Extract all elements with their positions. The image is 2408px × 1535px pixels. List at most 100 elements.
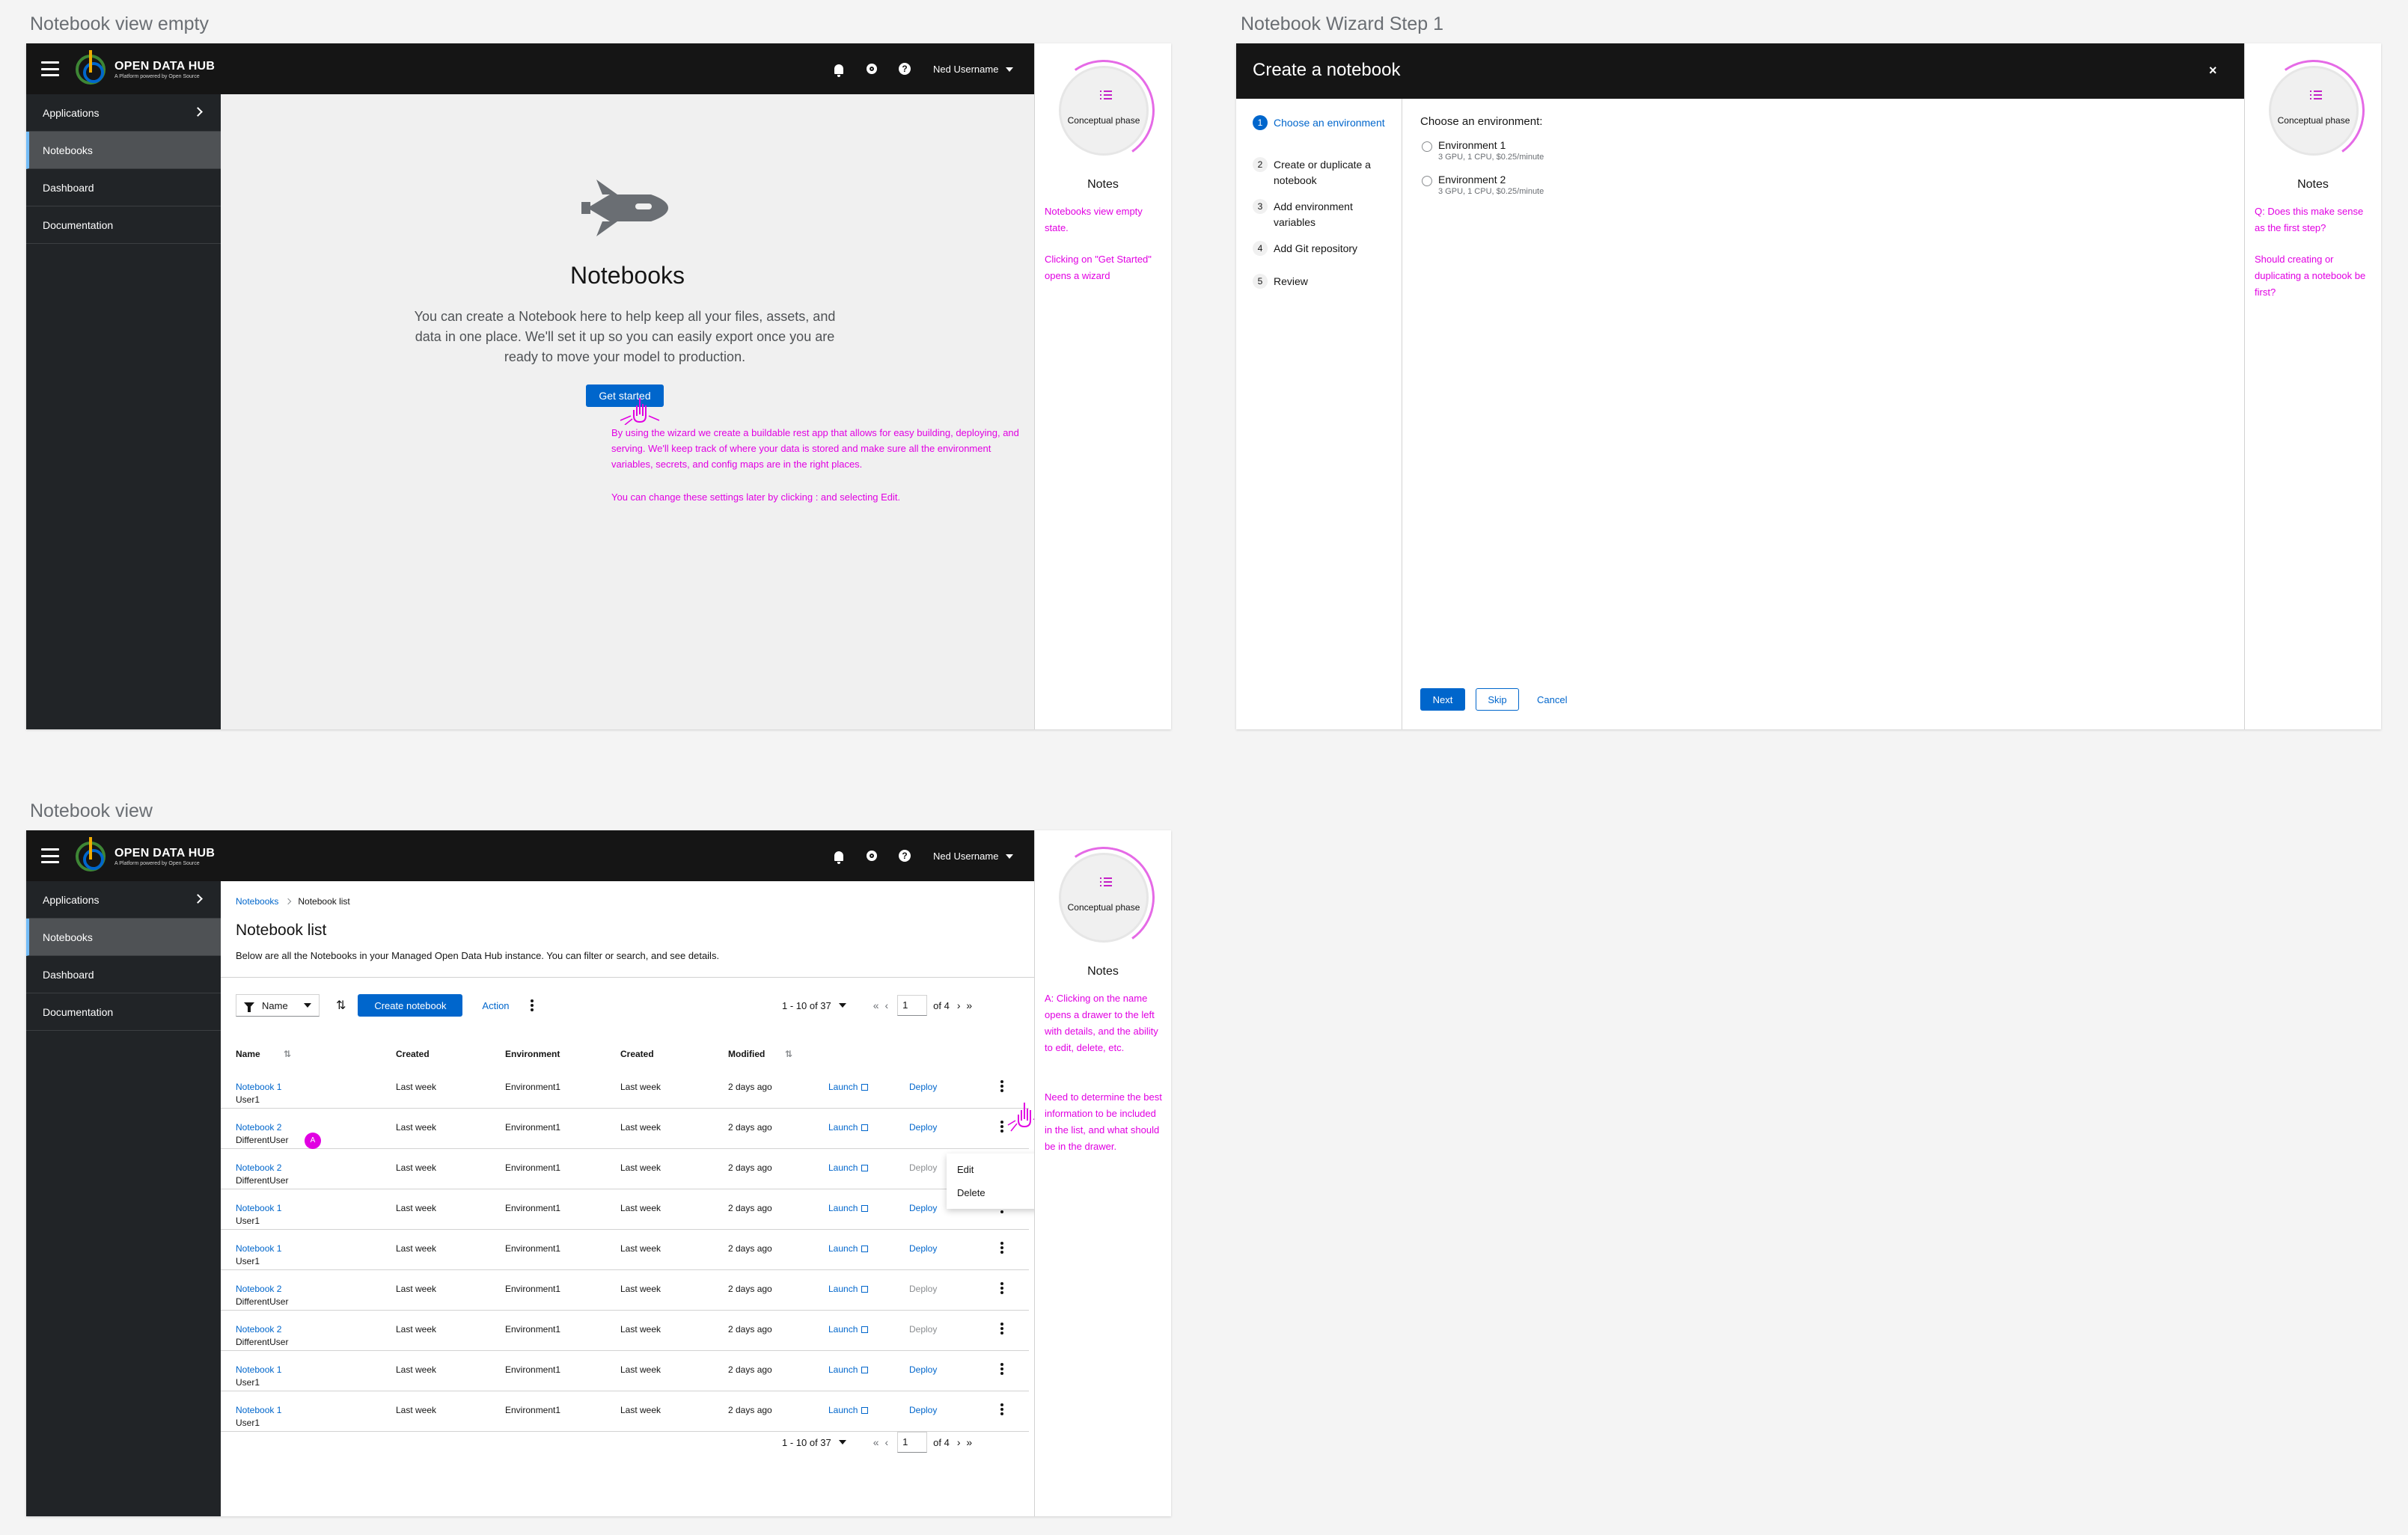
notebook-name-link[interactable]: Notebook 2: [236, 1324, 281, 1335]
notifications-bell-icon[interactable]: [827, 844, 851, 868]
notebook-name-link[interactable]: Notebook 1: [236, 1082, 281, 1092]
close-icon[interactable]: ×: [2209, 63, 2217, 79]
launch-link[interactable]: Launch: [828, 1364, 869, 1375]
sidebar-item-applications[interactable]: Applications: [26, 94, 221, 132]
deploy-link[interactable]: Deploy: [909, 1364, 937, 1375]
pagination-range[interactable]: 1 - 10 of 37: [782, 1000, 831, 1011]
cell-modified: 2 days ago: [728, 1082, 772, 1092]
row-kebab-icon[interactable]: [1000, 1282, 1003, 1294]
pagination-bottom: 1 - 10 of 37 « ‹ 1 of 4 › »: [782, 1432, 981, 1453]
hamburger-menu-icon[interactable]: [41, 848, 59, 863]
deploy-link[interactable]: Deploy: [909, 1243, 937, 1254]
launch-link[interactable]: Launch: [828, 1082, 869, 1092]
help-icon[interactable]: ?: [893, 57, 917, 81]
launch-link[interactable]: Launch: [828, 1324, 869, 1335]
notebook-name-link[interactable]: Notebook 1: [236, 1243, 281, 1254]
user-menu[interactable]: Ned Username: [933, 851, 1014, 862]
toolbar-kebab-icon[interactable]: [530, 999, 534, 1011]
launch-link[interactable]: Launch: [828, 1405, 869, 1415]
help-icon[interactable]: ?: [893, 844, 917, 868]
deploy-link[interactable]: Deploy: [909, 1284, 937, 1294]
cancel-button[interactable]: Cancel: [1537, 694, 1567, 705]
environment-option-1[interactable]: Environment 13 GPU, 1 CPU, $0.25/minute: [1422, 139, 1544, 162]
sidebar-item-documentation[interactable]: Documentation: [26, 206, 221, 244]
row-kebab-icon[interactable]: [1000, 1080, 1003, 1092]
notebook-name-link[interactable]: Notebook 2: [236, 1162, 281, 1173]
external-link-icon: [861, 1084, 869, 1091]
menu-item-delete[interactable]: Delete: [947, 1181, 1039, 1204]
next-button[interactable]: Next: [1420, 688, 1465, 711]
radio-button[interactable]: [1422, 176, 1432, 186]
wizard-step-3[interactable]: 3 Add environment variables: [1253, 199, 1387, 230]
external-link-icon: [861, 1326, 869, 1333]
row-kebab-icon[interactable]: [1000, 1323, 1003, 1335]
notebook-owner: DifferentUser: [236, 1296, 289, 1307]
wizard-step-2[interactable]: 2 Create or duplicate a notebook: [1253, 157, 1387, 189]
user-menu[interactable]: Ned Username: [933, 64, 1014, 75]
notebook-owner: DifferentUser: [236, 1175, 289, 1186]
table-header: Name ⇅ Created Environment Created Modif…: [236, 1044, 1044, 1067]
notebook-name-link[interactable]: Notebook 2: [236, 1284, 281, 1294]
settings-gear-icon[interactable]: [860, 844, 884, 868]
notifications-bell-icon[interactable]: [827, 57, 851, 81]
launch-link[interactable]: Launch: [828, 1162, 869, 1173]
sidebar-item-dashboard[interactable]: Dashboard: [26, 169, 221, 206]
cell-modified: 2 days ago: [728, 1364, 772, 1375]
settings-gear-icon[interactable]: [860, 57, 884, 81]
skip-button[interactable]: Skip: [1476, 688, 1519, 711]
pagination-range[interactable]: 1 - 10 of 37: [782, 1437, 831, 1448]
row-kebab-icon[interactable]: [1000, 1363, 1003, 1375]
pointer-hand-icon: [620, 398, 660, 425]
next-last-page-icon[interactable]: › »: [957, 999, 974, 1011]
notebook-name-link[interactable]: Notebook 1: [236, 1405, 281, 1415]
column-created-2: Created: [620, 1049, 654, 1059]
launch-link[interactable]: Launch: [828, 1284, 869, 1294]
sort-icon[interactable]: ⇅: [336, 998, 346, 1013]
action-button[interactable]: Action: [482, 1000, 509, 1011]
column-environment: Environment: [505, 1049, 560, 1059]
deploy-link[interactable]: Deploy: [909, 1405, 937, 1415]
wizard-step-4[interactable]: 4 Add Git repository: [1253, 241, 1387, 257]
row-actions-menu: Edit Delete: [947, 1153, 1039, 1209]
sort-icon[interactable]: ⇅: [785, 1049, 792, 1059]
deploy-link[interactable]: Deploy: [909, 1203, 937, 1213]
row-kebab-icon[interactable]: [1000, 1403, 1003, 1415]
deploy-link[interactable]: Deploy: [909, 1122, 937, 1133]
sidebar-item-notebooks[interactable]: Notebooks: [26, 132, 221, 169]
launch-link[interactable]: Launch: [828, 1203, 869, 1213]
empty-state-body: You can create a Notebook here to help k…: [414, 309, 836, 364]
hamburger-menu-icon[interactable]: [41, 61, 59, 76]
deploy-link[interactable]: Deploy: [909, 1162, 937, 1173]
launch-link[interactable]: Launch: [828, 1122, 869, 1133]
sidebar-item-applications[interactable]: Applications: [26, 881, 221, 919]
page-input[interactable]: 1: [897, 1432, 928, 1453]
wizard-step-5[interactable]: 5 Review: [1253, 274, 1387, 289]
sidebar-item-documentation[interactable]: Documentation: [26, 993, 221, 1031]
first-prev-page-icon[interactable]: « ‹: [873, 999, 890, 1011]
breadcrumb-notebooks-link[interactable]: Notebooks: [236, 896, 278, 907]
page-input[interactable]: 1: [897, 995, 928, 1016]
filter-dropdown[interactable]: Name: [236, 994, 320, 1017]
sort-icon[interactable]: ⇅: [284, 1049, 291, 1059]
notebook-name-link[interactable]: Notebook 2: [236, 1122, 281, 1133]
sidebar-item-dashboard[interactable]: Dashboard: [26, 956, 221, 993]
notebook-name-link[interactable]: Notebook 1: [236, 1203, 281, 1213]
deploy-link[interactable]: Deploy: [909, 1324, 937, 1335]
cell-created-2: Last week: [620, 1243, 661, 1254]
sidebar-item-notebooks[interactable]: Notebooks: [26, 919, 221, 956]
wizard-step-1[interactable]: 1 Choose an environment: [1253, 115, 1387, 131]
notebook-name-link[interactable]: Notebook 1: [236, 1364, 281, 1375]
note-1: A: Clicking on the name opens a drawer t…: [1045, 993, 1158, 1053]
radio-button[interactable]: [1422, 141, 1432, 152]
create-notebook-button[interactable]: Create notebook: [358, 994, 463, 1017]
next-last-page-icon[interactable]: › »: [957, 1436, 974, 1448]
launch-link[interactable]: Launch: [828, 1243, 869, 1254]
row-kebab-icon[interactable]: [1000, 1121, 1003, 1133]
deploy-link[interactable]: Deploy: [909, 1082, 937, 1092]
first-prev-page-icon[interactable]: « ‹: [873, 1436, 890, 1448]
menu-item-edit[interactable]: Edit: [947, 1158, 1039, 1181]
environment-option-2[interactable]: Environment 23 GPU, 1 CPU, $0.25/minute: [1422, 174, 1544, 196]
row-kebab-icon[interactable]: [1000, 1242, 1003, 1254]
notebook-owner: DifferentUser: [236, 1337, 289, 1347]
column-name[interactable]: Name: [236, 1049, 260, 1059]
